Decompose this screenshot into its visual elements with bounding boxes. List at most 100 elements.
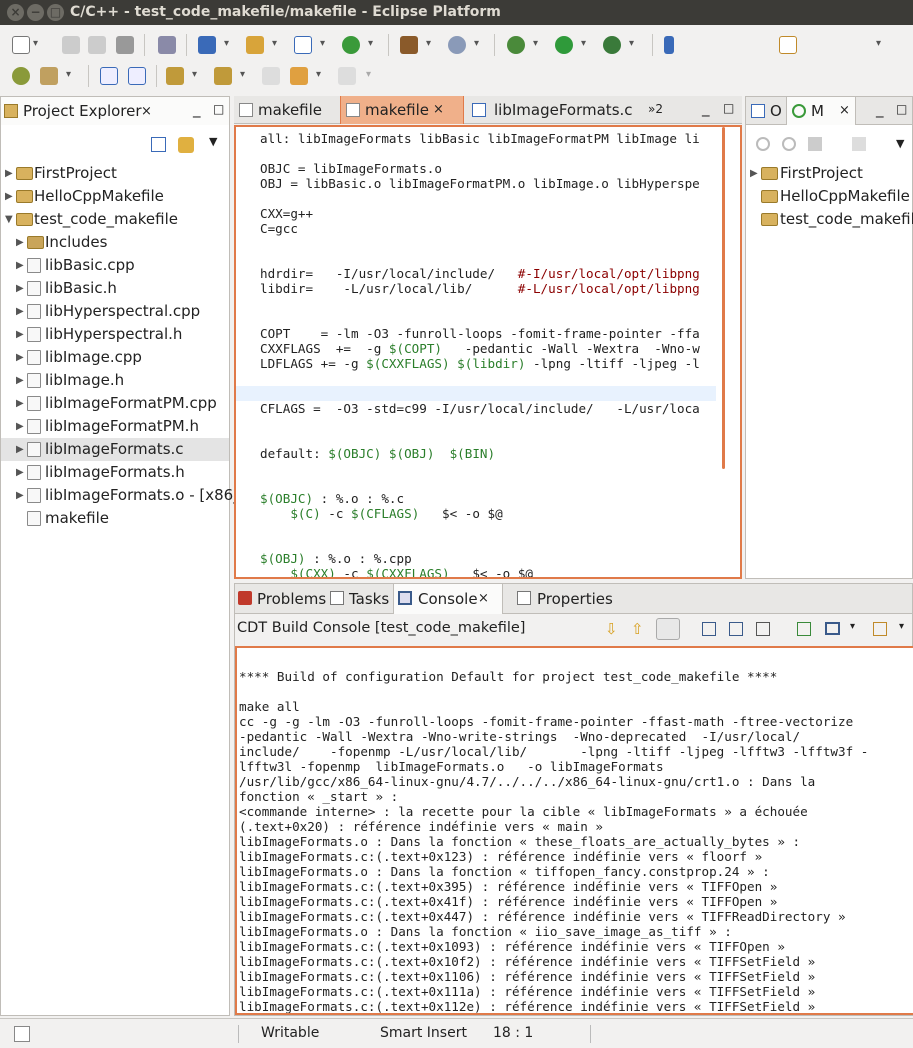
tree-item[interactable]: ▼ test_code_makefile <box>1 208 229 231</box>
maximize-window-button[interactable]: □ <box>47 4 64 21</box>
minimize-icon[interactable]: _ <box>702 99 710 117</box>
minimize-icon[interactable]: _ <box>876 100 884 118</box>
tree-item[interactable]: ▶ libBasic.cpp <box>1 254 229 277</box>
tree-item[interactable]: ▶ HelloCppMakefile <box>1 185 229 208</box>
tab-make-targets[interactable]: M × <box>786 97 856 125</box>
save-all-icon[interactable] <box>88 36 106 54</box>
refresh-icon[interactable] <box>342 36 360 54</box>
collapsed-arrow-icon[interactable]: ▶ <box>16 300 24 323</box>
tab-outline[interactable]: O <box>746 97 786 125</box>
maximize-icon[interactable]: □ <box>213 102 224 116</box>
back-arrow-icon[interactable] <box>290 67 308 85</box>
print-icon[interactable] <box>116 36 134 54</box>
minimize-window-button[interactable]: − <box>27 4 44 21</box>
close-icon[interactable]: × <box>141 104 152 119</box>
next-annotation-icon[interactable] <box>166 67 184 85</box>
new-target-icon[interactable] <box>756 137 770 151</box>
arrow-up-icon[interactable]: ⇧ <box>631 620 644 638</box>
tree-item[interactable]: ▶ Includes <box>1 231 229 254</box>
view-menu-icon[interactable]: ▼ <box>896 137 904 150</box>
run-icon[interactable] <box>555 36 573 54</box>
collapsed-arrow-icon[interactable]: ▶ <box>16 392 24 415</box>
collapsed-arrow-icon[interactable]: ▶ <box>16 415 24 438</box>
code-editor[interactable]: all: libImageFormats libBasic libImageFo… <box>234 125 742 579</box>
tree-item[interactable]: ▶ libImage.h <box>1 369 229 392</box>
collapsed-arrow-icon[interactable]: ▶ <box>16 438 24 461</box>
link-editor-icon[interactable] <box>178 137 194 153</box>
collapsed-arrow-icon[interactable]: ▶ <box>16 254 24 277</box>
tree-item[interactable]: ▶ libImageFormats.h <box>1 461 229 484</box>
view-menu-icon[interactable]: ▼ <box>209 135 217 148</box>
tree-item[interactable]: ▶ libHyperspectral.cpp <box>1 300 229 323</box>
binary-icon[interactable] <box>158 36 176 54</box>
tab-makefile-1[interactable]: makefile <box>234 96 340 124</box>
collapsed-arrow-icon[interactable]: ▶ <box>16 323 24 346</box>
gear-icon[interactable] <box>448 36 466 54</box>
console-output[interactable]: **** Build of configuration Default for … <box>235 646 913 1015</box>
toggle-mark-icon[interactable] <box>100 67 118 85</box>
tab-console[interactable]: Console × <box>393 584 503 614</box>
maximize-icon[interactable]: □ <box>896 102 907 116</box>
tree-item[interactable]: ▶ libImage.cpp <box>1 346 229 369</box>
tree-item[interactable]: ▶ libImageFormatPM.cpp <box>1 392 229 415</box>
pin-icon[interactable] <box>664 36 674 54</box>
open-console-icon[interactable] <box>797 622 811 636</box>
copy-icon[interactable] <box>729 622 743 636</box>
display-console-icon[interactable] <box>825 622 840 635</box>
edit-target-icon[interactable] <box>782 137 796 151</box>
show-whitespace-icon[interactable] <box>128 67 146 85</box>
tree-item[interactable]: ▶ FirstProject <box>1 162 229 185</box>
last-edit-icon[interactable] <box>262 67 280 85</box>
tab-project-explorer[interactable]: Project Explorer <box>1 97 142 125</box>
collapsed-arrow-icon[interactable]: ▶ <box>16 461 24 484</box>
build-target-icon[interactable] <box>808 137 822 151</box>
tab-tasks[interactable]: Tasks <box>327 584 391 614</box>
collapsed-arrow-icon[interactable]: ▶ <box>16 346 24 369</box>
close-window-button[interactable]: × <box>7 4 24 21</box>
collapsed-arrow-icon[interactable]: ▶ <box>16 369 24 392</box>
save-icon[interactable] <box>62 36 80 54</box>
tab-properties[interactable]: Properties <box>513 584 623 614</box>
tree-item[interactable]: ▶ libHyperspectral.h <box>1 323 229 346</box>
pin-console-icon[interactable] <box>702 622 716 636</box>
new-icon[interactable] <box>12 36 30 54</box>
build-hammer-icon[interactable] <box>400 36 418 54</box>
overflow-tabs[interactable]: »2 <box>648 102 663 116</box>
tab-problems[interactable]: Problems <box>235 584 327 614</box>
chevron-down-icon[interactable]: ▾ <box>33 38 38 49</box>
tree-item[interactable]: ▶ libImageFormats.o - [x86_6 <box>1 484 250 507</box>
collapsed-arrow-icon[interactable]: ▶ <box>5 185 13 208</box>
collapsed-arrow-icon[interactable]: ▶ <box>16 231 24 254</box>
tree-item[interactable]: ▶ libBasic.h <box>1 277 229 300</box>
wrench-icon[interactable] <box>40 67 58 85</box>
tree-item[interactable]: ▶ libImageFormats.c <box>1 438 229 461</box>
open-element-icon[interactable] <box>12 67 30 85</box>
tab-libimageformats-c[interactable]: libImageFormats.c <box>464 96 640 124</box>
external-tools-icon[interactable] <box>603 36 621 54</box>
home-icon[interactable] <box>852 137 866 151</box>
open-perspective-icon[interactable] <box>779 36 797 54</box>
close-icon[interactable]: × <box>839 97 850 125</box>
new-class-icon[interactable] <box>294 36 312 54</box>
collapsed-arrow-icon[interactable]: ▶ <box>750 162 758 185</box>
maximize-icon[interactable]: □ <box>723 101 734 115</box>
fast-view-icon[interactable] <box>14 1026 30 1042</box>
close-icon[interactable]: × <box>433 96 444 124</box>
tab-makefile-2[interactable]: makefile × <box>340 96 464 124</box>
scroll-lock-icon[interactable] <box>656 618 680 640</box>
arrow-down-icon[interactable]: ⇩ <box>605 620 618 638</box>
minimize-icon[interactable]: _ <box>193 100 201 118</box>
collapsed-arrow-icon[interactable]: ▶ <box>5 162 13 185</box>
debug-icon[interactable] <box>507 36 525 54</box>
forward-arrow-icon[interactable] <box>338 67 356 85</box>
tree-item[interactable]: makefile <box>1 507 229 530</box>
editor-scrollbar[interactable] <box>722 127 725 469</box>
close-icon[interactable]: × <box>478 584 489 614</box>
collapsed-arrow-icon[interactable]: ▶ <box>16 484 24 507</box>
tree-item[interactable]: ▶ libImageFormatPM.h <box>1 415 229 438</box>
new-cpp-project-icon[interactable] <box>198 36 216 54</box>
expanded-arrow-icon[interactable]: ▼ <box>5 208 13 231</box>
new-console-icon[interactable] <box>873 622 887 636</box>
new-folder-icon[interactable] <box>246 36 264 54</box>
collapsed-arrow-icon[interactable]: ▶ <box>16 277 24 300</box>
